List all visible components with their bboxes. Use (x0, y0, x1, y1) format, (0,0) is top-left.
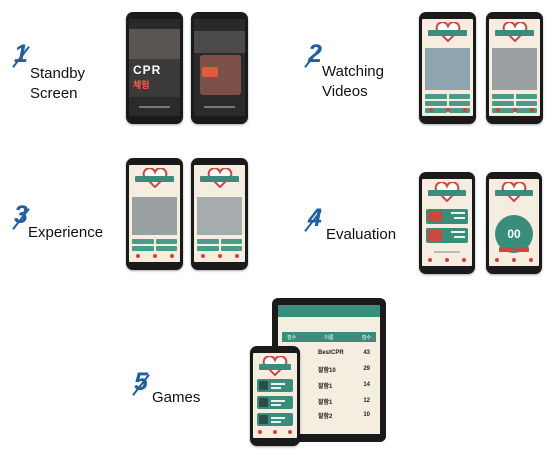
video-screen-1 (422, 19, 473, 116)
timer-value: 00 (507, 227, 521, 241)
footer-nav (422, 258, 472, 262)
column-header: 점수 (361, 334, 371, 341)
table-row: BestCPR 43 (318, 347, 370, 359)
phone-evaluation-2: 00 (486, 172, 542, 274)
evaluation-card[interactable] (426, 209, 468, 224)
footer-nav (253, 430, 297, 434)
phone-experience-1 (126, 158, 183, 270)
title-banner (135, 176, 174, 182)
menu-buttons[interactable] (425, 101, 470, 106)
step-label-line: Videos (322, 83, 368, 100)
experience-video[interactable] (197, 197, 242, 235)
menu-buttons[interactable] (425, 94, 470, 99)
player-name: 잘함1 (318, 399, 333, 406)
table-row: 잘함1 14 (318, 379, 370, 391)
step-label-line: Watching (322, 63, 384, 80)
menu-buttons[interactable] (197, 246, 242, 251)
evaluation-screen-1 (422, 179, 472, 266)
column-header: 점수 (287, 334, 297, 341)
footer-nav (489, 108, 540, 112)
player-score: 14 (363, 382, 370, 388)
menu-buttons[interactable] (197, 239, 242, 244)
step-label-line: Standby (30, 65, 86, 82)
leaderboard-columns: 점수 이름 점수 (282, 332, 376, 342)
experience-screen-2 (194, 165, 245, 262)
footer-nav (194, 254, 245, 258)
player-name: BestCPR (318, 350, 344, 356)
standby-subtitle: 체험 (133, 80, 150, 90)
footer-nav (129, 254, 180, 258)
experience-screen-1 (129, 165, 180, 262)
step-label-line: Screen (30, 85, 78, 102)
games-screen (253, 353, 297, 438)
player-name: 잘함1 (318, 383, 333, 390)
phone-standby-2 (191, 12, 248, 124)
column-header: 이름 (324, 334, 334, 341)
standby-screen: CPR 체험 (129, 19, 180, 116)
phone-experience-2 (191, 158, 248, 270)
menu-buttons[interactable] (132, 246, 177, 251)
title-banner (259, 364, 291, 370)
title-banner (495, 30, 534, 36)
title-banner (428, 190, 466, 196)
phone-video-1 (419, 12, 476, 124)
table-row: 잘함10 29 (318, 363, 370, 375)
step-label-games: Games (152, 389, 201, 406)
leaderboard-header (278, 305, 380, 317)
menu-buttons[interactable] (492, 101, 537, 106)
video-screen-2 (489, 19, 540, 116)
player-name: 잘함2 (318, 413, 333, 420)
evaluation-screen-2: 00 (489, 179, 539, 266)
step-label-experience: Experience (28, 224, 104, 241)
player-score: 12 (363, 398, 370, 404)
experience-video[interactable] (132, 197, 177, 235)
phone-standby-1: CPR 체험 (126, 12, 183, 124)
player-name: 잘함10 (318, 367, 336, 374)
table-row: 잘함1 12 (318, 395, 370, 407)
standby-screen-2 (194, 19, 245, 116)
title-banner (495, 190, 533, 196)
video-thumbnail[interactable] (492, 48, 537, 90)
game-mode-card[interactable] (257, 396, 293, 409)
table-row: 잘함2 10 (318, 409, 370, 421)
step-label-evaluation: Evaluation (326, 226, 397, 243)
phone-video-2 (486, 12, 543, 124)
footer-nav (422, 108, 473, 112)
phone-evaluation-1 (419, 172, 475, 274)
step-label-standby: Standby Screen (30, 64, 85, 104)
standby-title: CPR (133, 63, 162, 77)
game-mode-card[interactable] (257, 413, 293, 426)
footer-nav (489, 258, 539, 262)
video-thumbnail[interactable] (425, 48, 470, 90)
game-mode-card[interactable] (257, 379, 293, 392)
menu-buttons[interactable] (132, 239, 177, 244)
menu-buttons[interactable] (492, 94, 537, 99)
player-score: 29 (363, 366, 370, 372)
player-score: 43 (363, 350, 370, 356)
evaluation-card[interactable] (426, 228, 468, 243)
finish-button[interactable] (515, 247, 529, 252)
retry-button[interactable] (499, 247, 513, 252)
title-banner (428, 30, 467, 36)
title-banner (200, 176, 239, 182)
step-label-videos: Watching Videos (322, 62, 384, 102)
phone-games (250, 346, 300, 446)
player-score: 10 (363, 412, 370, 418)
